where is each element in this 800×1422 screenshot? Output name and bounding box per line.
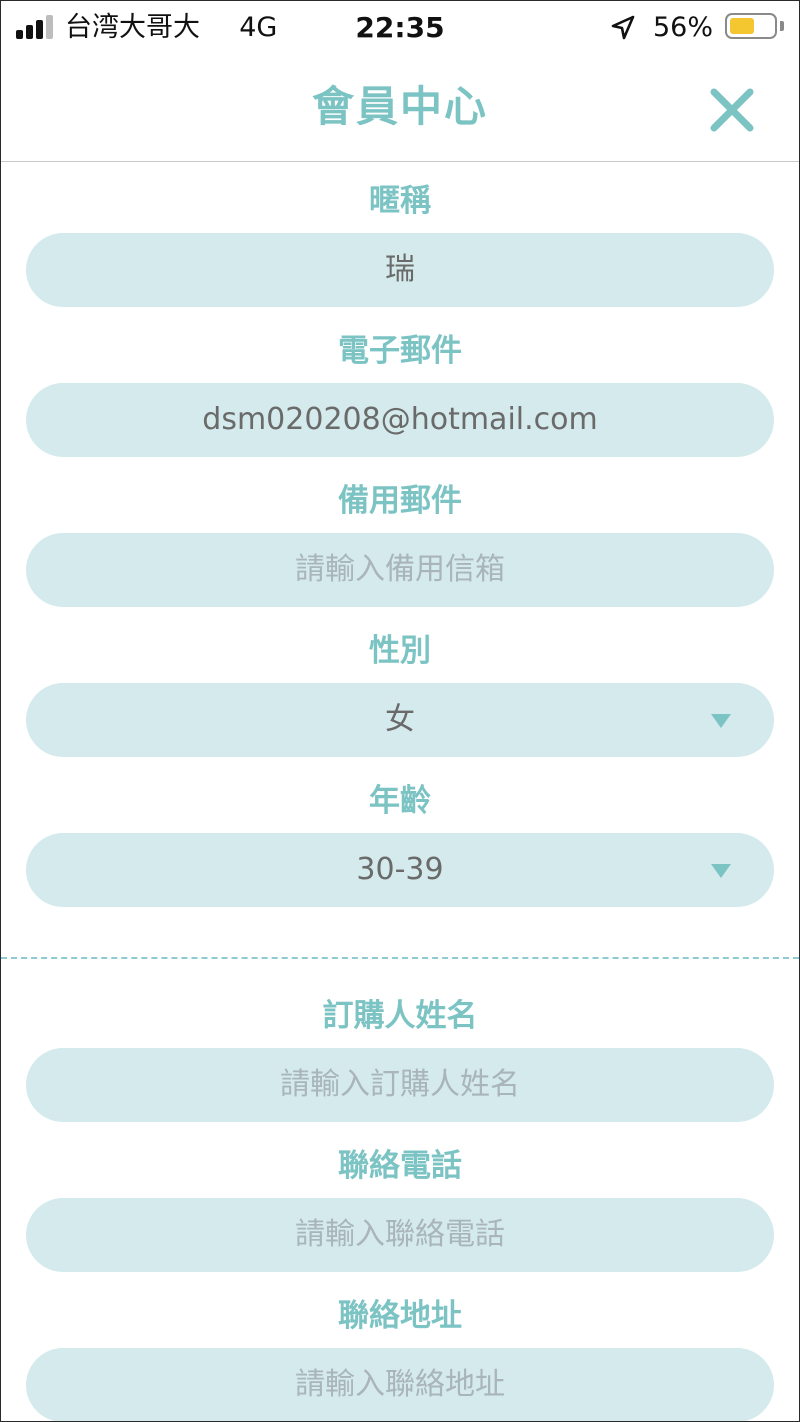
status-bar: 台湾大哥大 4G 22:35 56% xyxy=(1,1,799,57)
app-screen: 台湾大哥大 4G 22:35 56% 會員中心 暱稱 電子郵件 備用郵件 xyxy=(0,0,800,1422)
location-arrow-icon xyxy=(611,15,635,40)
nickname-label: 暱稱 xyxy=(369,183,431,219)
gender-select[interactable]: 女 xyxy=(26,683,774,757)
section-divider xyxy=(1,957,799,959)
phone-input[interactable] xyxy=(26,1198,774,1272)
address-label: 聯絡地址 xyxy=(338,1298,462,1334)
age-selected-value: 30-39 xyxy=(356,852,444,887)
gender-label: 性別 xyxy=(369,633,431,669)
gender-selected-value: 女 xyxy=(385,702,415,737)
address-input[interactable] xyxy=(26,1348,774,1421)
battery-icon xyxy=(725,13,777,39)
backup-email-input[interactable] xyxy=(26,533,774,607)
email-input[interactable] xyxy=(26,383,774,457)
battery-cap xyxy=(780,21,784,31)
close-icon xyxy=(710,88,754,132)
close-button[interactable] xyxy=(701,79,763,141)
orderer-name-input[interactable] xyxy=(26,1048,774,1122)
backup-email-label: 備用郵件 xyxy=(338,483,462,519)
phone-label: 聯絡電話 xyxy=(338,1148,462,1184)
header-bar: 會員中心 xyxy=(1,57,799,162)
caret-down-icon xyxy=(711,714,731,728)
orderer-name-label: 訂購人姓名 xyxy=(322,998,478,1034)
age-select[interactable]: 30-39 xyxy=(26,833,774,907)
battery-percentage: 56% xyxy=(653,12,714,43)
battery-level-fill xyxy=(730,18,754,34)
nickname-input[interactable] xyxy=(26,233,774,307)
caret-down-icon xyxy=(711,864,731,878)
age-label: 年齡 xyxy=(369,783,431,819)
page-title: 會員中心 xyxy=(311,82,488,131)
email-label: 電子郵件 xyxy=(338,333,462,369)
